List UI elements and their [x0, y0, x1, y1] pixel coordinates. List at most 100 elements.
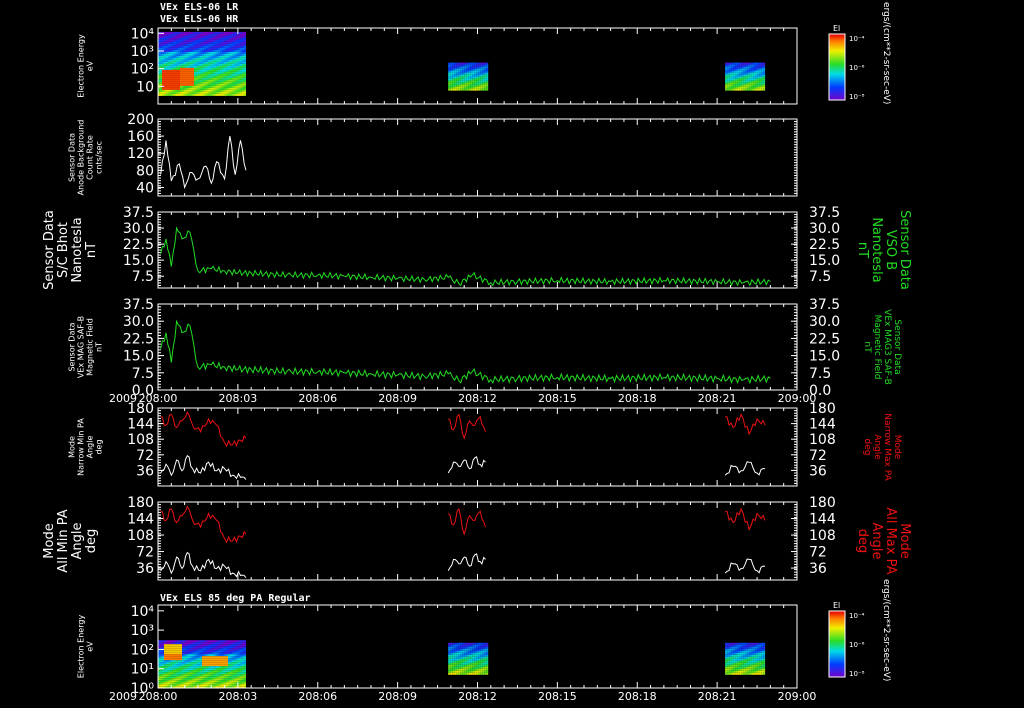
spectrogram-cell	[448, 656, 451, 659]
spectrogram-cell	[202, 89, 204, 92]
spectrogram-cell	[182, 672, 184, 675]
spectrogram-cell	[733, 646, 736, 649]
spectrogram-cell	[456, 644, 459, 647]
spectrogram-cell	[741, 664, 744, 667]
spectrogram-cell	[448, 666, 451, 669]
spectrogram-cell	[190, 640, 192, 643]
spectrogram-cell	[174, 61, 176, 64]
spectrogram-cell	[210, 45, 212, 48]
spectrogram-cell	[210, 37, 212, 40]
spectrogram-cell	[739, 668, 742, 671]
spectrogram-cell	[232, 71, 234, 74]
spectrogram-cell	[208, 674, 210, 677]
spectrogram-cell	[216, 91, 218, 94]
spectrogram-cell	[208, 660, 210, 663]
spectrogram-cell	[482, 78, 485, 81]
spectrogram-cell	[236, 79, 238, 82]
spectrogram-cell	[759, 80, 762, 83]
spectrogram-cell	[214, 89, 216, 92]
spectrogram-cell	[180, 652, 182, 655]
spectrogram-cell	[480, 666, 483, 669]
spectrogram-cell	[242, 664, 244, 667]
spectrogram-cell	[206, 662, 208, 665]
y-tick-label: 80	[136, 163, 154, 179]
spectrogram-cell	[452, 72, 455, 75]
spectrogram-cell	[474, 82, 477, 85]
spectrogram-cell	[460, 642, 463, 645]
colorbar-band	[829, 98, 845, 99]
spectrogram-cell	[731, 64, 734, 67]
spectrogram-cell	[172, 47, 174, 50]
spectrogram-cell	[172, 672, 174, 675]
spectrogram-cell	[232, 65, 234, 68]
spectrogram-cell	[468, 666, 471, 669]
spectrogram-cell	[482, 84, 485, 87]
spectrogram-cell	[164, 67, 166, 70]
spectrogram-cell	[745, 670, 748, 673]
spectrogram-cell	[162, 674, 164, 677]
spectrogram-cell	[206, 61, 208, 64]
spectrogram-cell	[208, 61, 210, 64]
colorbar-band	[829, 82, 845, 83]
spectrogram-cell	[218, 678, 220, 681]
spectrogram-cell	[747, 80, 750, 83]
spectrogram-cell	[755, 82, 758, 85]
spectrogram-cell	[236, 656, 238, 659]
spectrogram-cell	[216, 49, 218, 52]
spectrogram-cell	[244, 666, 246, 669]
spectrogram-cell	[210, 91, 212, 94]
spectrogram-cell	[168, 656, 170, 659]
y-tick-label: 36	[136, 561, 154, 577]
spectrogram-cell	[240, 69, 242, 72]
spectrogram-cell	[733, 672, 736, 675]
spectrogram-cell	[196, 87, 198, 90]
spectrogram-cell	[170, 85, 172, 88]
spectrogram-cell	[729, 672, 732, 675]
spectrogram-cell	[230, 672, 232, 675]
spectrogram-cell	[470, 74, 473, 77]
spectrogram-cell	[198, 660, 200, 663]
spectrogram-cell	[216, 57, 218, 60]
spectrogram-cell	[763, 664, 766, 667]
spectrogram-cell	[759, 668, 762, 671]
spectrogram-cell	[160, 45, 162, 48]
spectrogram-cell	[168, 59, 170, 62]
spectrogram-cell	[198, 57, 200, 60]
spectrogram-cell	[166, 79, 168, 82]
spectrogram-cell	[188, 61, 190, 64]
spectrogram-cell	[747, 672, 750, 675]
spectrogram-cell	[196, 674, 198, 677]
colorbar-band	[829, 629, 845, 630]
spectrogram-cell	[759, 644, 762, 647]
spectrogram-cell	[466, 64, 469, 67]
spectrogram-cell	[192, 33, 194, 36]
spectrogram-cell	[192, 666, 194, 669]
spectrogram-cell	[478, 668, 481, 671]
spectrogram-cell	[202, 73, 204, 76]
spectrogram-cell	[448, 68, 451, 71]
spectrogram-cell	[727, 672, 730, 675]
spectrogram-cell	[468, 662, 471, 665]
spectrogram-cell	[162, 666, 164, 669]
spectrogram-cell	[454, 652, 457, 655]
spectrogram-cell	[747, 646, 750, 649]
spectrogram-cell	[464, 668, 467, 671]
spectrogram-cell	[244, 75, 246, 78]
spectrogram-cell	[468, 84, 471, 87]
spectrogram-cell	[166, 39, 168, 42]
spectrogram-cell	[160, 656, 162, 659]
spectrogram-cell	[166, 85, 168, 88]
spectrogram-cell	[182, 79, 184, 82]
spectrogram-cell	[480, 74, 483, 77]
spectrogram-cell	[448, 660, 451, 663]
spectrogram-cell	[745, 80, 748, 83]
spectrogram-cell	[242, 666, 244, 669]
spectrogram-cell	[244, 684, 246, 687]
spectrogram-cell	[218, 670, 220, 673]
spectrogram-cell	[204, 53, 206, 56]
spectrogram-cell	[208, 652, 210, 655]
spectrogram-cell	[180, 37, 182, 40]
spectrogram-cell	[204, 676, 206, 679]
spectrogram-cell	[729, 78, 732, 81]
spectrogram-cell	[186, 59, 188, 62]
